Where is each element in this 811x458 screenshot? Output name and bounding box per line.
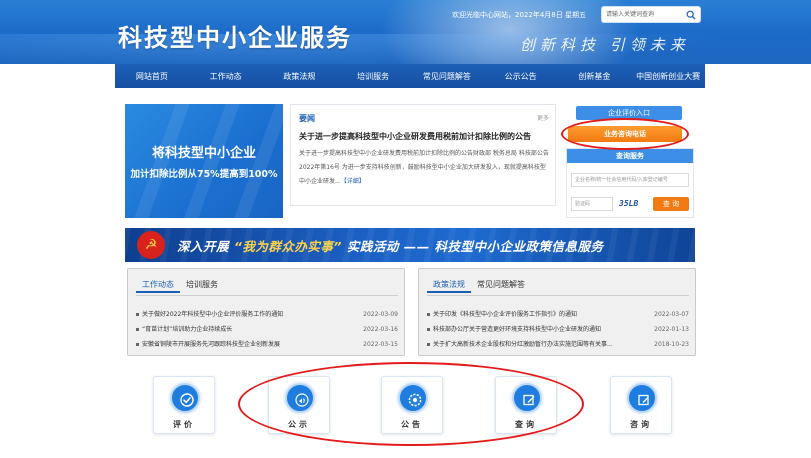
nav-contest[interactable]: 中国创新创业大赛 [631, 64, 705, 88]
search-icon[interactable] [686, 10, 696, 20]
list-item-date: 2022-03-07 [654, 311, 689, 318]
list-item-title: “育苗计划”培训助力企业持续成长 [142, 326, 233, 333]
nav-training[interactable]: 培训服务 [336, 64, 410, 88]
service-label: 咨询 [630, 420, 652, 429]
service-icon-circle [627, 383, 657, 413]
policy-banner[interactable]: 将科技型中小企业 加计扣除比例从75%提高到100% [125, 104, 283, 218]
service-label: 评价 [173, 420, 195, 429]
list-item[interactable]: 关于印发《科技型中小企业评价服务工作指引》的通知 2022-03-07 [427, 307, 689, 322]
service-label: 公告 [401, 420, 423, 429]
tab-work-news[interactable]: 工作动态 [136, 277, 180, 293]
gear-icon [408, 393, 422, 407]
service-publicity-button[interactable]: 公示 [268, 376, 330, 434]
policy-tabs: 政策法规 常见问题解答 [427, 277, 531, 293]
service-icon-circle [285, 383, 315, 413]
query-button[interactable]: 查 询 [653, 197, 689, 211]
list-item-title: 关于印发《科技型中小企业评价服务工作指引》的通知 [433, 311, 578, 318]
service-announcement-button[interactable]: 公告 [381, 376, 443, 434]
tab-divider [427, 295, 689, 296]
service-icon-circle [398, 383, 428, 413]
notice-body-text: 关于进一步提高科技型中小企业研发费用税前加计扣除比例的公告财政部 税务总局 科技… [299, 150, 549, 185]
nav-work-news[interactable]: 工作动态 [189, 64, 263, 88]
campaign-text-highlight: “我为群众办实事” [233, 239, 342, 254]
service-label: 公示 [288, 420, 310, 429]
nav-innovation-fund[interactable]: 创新基金 [558, 64, 632, 88]
work-news-panel: 工作动态 培训服务 关于做好2022年科技型中小企业评价服务工作的通知 2022-… [127, 268, 405, 356]
query-service-title: 查询服务 [567, 149, 693, 163]
notice-read-more[interactable]: 【详细】 [341, 178, 365, 185]
list-item-title: 关于做好2022年科技型中小企业评价服务工作的通知 [142, 311, 284, 318]
nav-announcements[interactable]: 公示公告 [484, 64, 558, 88]
list-item[interactable]: 关于做好2022年科技型中小企业评价服务工作的通知 2022-03-09 [136, 307, 398, 322]
service-icon-circle [512, 383, 542, 413]
work-news-tabs: 工作动态 培训服务 [136, 277, 224, 293]
search-input[interactable] [606, 9, 684, 21]
banner-subline: 加计扣除比例从75%提高到100% [130, 169, 278, 180]
captcha-image[interactable]: 35LB [619, 197, 649, 211]
work-news-list: 关于做好2022年科技型中小企业评价服务工作的通知 2022-03-09 “育苗计… [136, 307, 398, 352]
notice-title-link[interactable]: 关于进一步提高科技型中小企业研发费用税前加计扣除比例的公告 [299, 131, 549, 142]
main-nav: 网站首页 工作动态 政策法规 培训服务 常见问题解答 公示公告 创新基金 中国创… [115, 64, 705, 88]
edit-icon [523, 394, 535, 406]
service-evaluation-button[interactable]: 评价 [153, 376, 215, 434]
campaign-text: 深入开展 “我为群众办实事” 实践活动 —— 科技型中小企业政策信息服务 [177, 236, 687, 255]
search-box [601, 6, 701, 23]
tab-policies[interactable]: 政策法规 [427, 277, 471, 293]
list-item-date: 2022-01-13 [654, 326, 689, 333]
service-consult-button[interactable]: 咨询 [610, 376, 672, 434]
banner-stripe [184, 104, 240, 218]
list-item[interactable]: “育苗计划”培训助力企业持续成长 2022-03-16 [136, 322, 398, 337]
business-hotline-button[interactable]: 业务咨询电话 [568, 126, 682, 142]
welcome-date-text: 欢迎光临中心网站，2022年4月8日 星期五 [452, 11, 586, 19]
list-item-date: 2018-10-23 [654, 341, 689, 348]
service-icon-circle [170, 383, 200, 413]
list-item-title: 科技部办公厅关于营造更好环境支持科技型中小企业研发的通知 [433, 326, 602, 333]
nav-faq[interactable]: 常见问题解答 [410, 64, 484, 88]
list-item[interactable]: 安徽省铜陵市开展服务先河跟踪科技型企业创新发展 2022-03-15 [136, 337, 398, 352]
campaign-text-part3: 实践活动 —— 科技型中小企业政策信息服务 [346, 239, 604, 254]
pencil-icon [638, 394, 649, 406]
site-header: 科技型中小企业服务 创新科技 引领未来 欢迎光临中心网站，2022年4月8日 星… [0, 0, 811, 64]
enterprise-eval-entry-button[interactable]: 企业评价入口 [576, 106, 682, 120]
tab-training[interactable]: 培训服务 [180, 277, 224, 293]
tab-faq[interactable]: 常见问题解答 [471, 277, 531, 293]
banner-headline: 将科技型中小企业 [151, 146, 256, 161]
campaign-banner[interactable]: ☭ 深入开展 “我为群众办实事” 实践活动 —— 科技型中小企业政策信息服务 [125, 228, 695, 262]
list-item-date: 2022-03-16 [363, 326, 398, 333]
notice-more-link[interactable]: 更多 [537, 113, 549, 122]
enterprise-query-input[interactable] [571, 173, 689, 187]
list-item[interactable]: 关于扩大高新技术企业股权和分红激励暂行办法实施范围等有关事... 2018-10-… [427, 337, 689, 352]
banner-stripe [134, 104, 190, 218]
list-item-date: 2022-03-09 [363, 311, 398, 318]
news-notice-box: 要闻 更多 关于进一步提高科技型中小企业研发费用税前加计扣除比例的公告 关于进一… [290, 104, 556, 206]
emblem-glyph: ☭ [144, 237, 158, 253]
check-icon [180, 393, 194, 407]
notice-label: 要闻 [299, 114, 315, 123]
list-item-title: 关于扩大高新技术企业股权和分红激励暂行办法实施范围等有关事... [433, 341, 613, 348]
list-item-date: 2022-03-15 [363, 341, 398, 348]
nav-home[interactable]: 网站首页 [115, 64, 189, 88]
service-label: 查询 [515, 420, 537, 429]
site-slogan: 创新科技 引领未来 [520, 36, 690, 54]
service-query-button[interactable]: 查询 [495, 376, 557, 434]
policy-panel: 政策法规 常见问题解答 关于印发《科技型中小企业评价服务工作指引》的通知 2022… [418, 268, 696, 356]
tab-divider [136, 295, 398, 296]
party-emblem-icon: ☭ [137, 231, 165, 259]
campaign-text-part1: 深入开展 [177, 239, 230, 254]
megaphone-icon [295, 393, 309, 407]
banner-stripe [234, 104, 283, 218]
site-title[interactable]: 科技型中小企业服务 [118, 18, 352, 53]
nav-policies[interactable]: 政策法规 [263, 64, 337, 88]
list-item-title: 安徽省铜陵市开展服务先河跟踪科技型企业创新发展 [142, 341, 281, 348]
policy-list: 关于印发《科技型中小企业评价服务工作指引》的通知 2022-03-07 科技部办公… [427, 307, 689, 352]
captcha-input[interactable] [571, 197, 613, 211]
list-item[interactable]: 科技部办公厅关于营造更好环境支持科技型中小企业研发的通知 2022-01-13 [427, 322, 689, 337]
query-service-box: 查询服务 35LB 查 询 [566, 148, 694, 218]
notice-summary: 关于进一步提高科技型中小企业研发费用税前加计扣除比例的公告财政部 税务总局 科技… [299, 147, 549, 189]
